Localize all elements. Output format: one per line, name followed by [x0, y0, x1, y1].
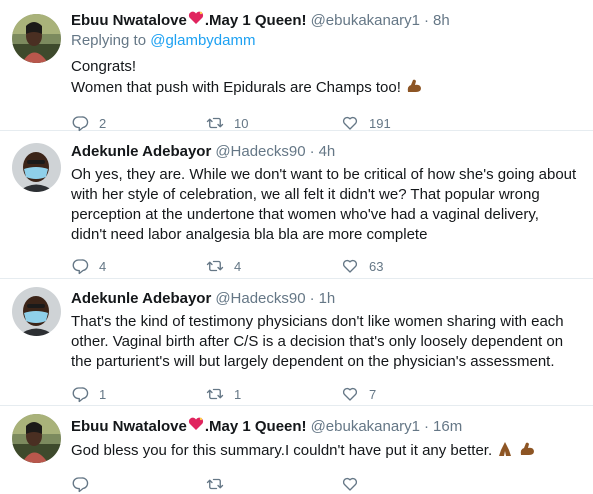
display-name[interactable]: Ebuu Nwatalove: [71, 417, 187, 437]
tweet-actions: [71, 474, 581, 494]
reply-button[interactable]: [71, 475, 206, 493]
sparkle-heart-icon: [188, 10, 204, 30]
tweet-text: Congrats! Women that push with Epidurals…: [71, 57, 581, 101]
retweet-button[interactable]: 4: [206, 257, 341, 275]
tweet-text: That's the kind of testimony physicians …: [71, 312, 581, 372]
tweet-header: Ebuu Nwatalove .May 1 Queen! @ebukakanar…: [71, 416, 581, 437]
retweet-button[interactable]: 1: [206, 385, 341, 403]
separator-dot: ·: [309, 143, 315, 160]
like-button[interactable]: 191: [341, 114, 476, 132]
retweet-button[interactable]: 10: [206, 114, 341, 132]
display-name-suffix: .May 1 Queen!: [204, 418, 307, 435]
reply-count: 2: [99, 115, 107, 131]
like-count: 191: [369, 115, 391, 131]
tweet[interactable]: Ebuu Nwatalove .May 1 Queen! @ebukakanar…: [0, 0, 593, 133]
like-icon: [342, 387, 358, 401]
tweet-text-line: Congrats!: [71, 58, 137, 75]
retweet-icon: [206, 260, 224, 272]
retweet-count: 10: [234, 115, 249, 131]
user-handle[interactable]: @Hadecks90: [215, 289, 305, 309]
tweet-text-line: the parturient's will but largely depend…: [71, 353, 555, 370]
retweet-icon: [206, 388, 224, 400]
like-count: 7: [369, 386, 377, 402]
tweet-text-line-content: God bless you for this summary.I couldn'…: [71, 442, 493, 459]
user-handle[interactable]: @ebukakanary1: [311, 417, 420, 437]
tweet-text-line: That's the kind of testimony physicians …: [71, 313, 564, 330]
avatar[interactable]: [12, 414, 61, 463]
flexed-biceps-icon: [518, 440, 536, 464]
reply-prefix: Replying to: [71, 32, 147, 49]
like-button[interactable]: [341, 475, 476, 493]
reply-icon: [72, 387, 89, 403]
reply-button[interactable]: 2: [71, 114, 206, 132]
tweet-text-line: God bless you for this summary.I couldn'…: [71, 440, 581, 464]
timestamp[interactable]: 16m: [433, 417, 462, 437]
reply-context: Replying to @glambydamm: [71, 31, 581, 51]
retweet-button[interactable]: [206, 475, 341, 493]
tweet-text-line: Women that push with Epidurals are Champ…: [71, 77, 581, 101]
timestamp[interactable]: 4h: [319, 142, 336, 162]
avatar[interactable]: [12, 287, 61, 336]
avatar[interactable]: [12, 143, 61, 192]
like-icon: [342, 477, 358, 491]
reply-icon: [72, 259, 89, 275]
tweet-header: Ebuu Nwatalove .May 1 Queen! @ebukakanar…: [71, 10, 581, 31]
tweet-text-line: perception at the undertone that women w…: [71, 206, 539, 223]
reply-button[interactable]: 4: [71, 257, 206, 275]
separator-dot: ·: [424, 12, 430, 29]
tweet-text-line: didn't need labor analgesia bla bla are …: [71, 226, 428, 243]
sparkle-heart-icon: [188, 416, 204, 436]
display-name[interactable]: Adekunle Adebayor: [71, 142, 211, 162]
like-icon: [342, 116, 358, 130]
tweet-text-line: other. Vaginal birth after C/S is a deci…: [71, 333, 564, 350]
retweet-icon: [206, 117, 224, 129]
timestamp[interactable]: 1h: [319, 289, 336, 309]
user-handle[interactable]: @Hadecks90: [215, 142, 305, 162]
flexed-biceps-icon: [405, 77, 423, 101]
reply-count: 1: [99, 386, 107, 402]
user-handle[interactable]: @ebukakanary1: [311, 11, 420, 31]
tweet-actions: 1 1 7: [71, 384, 581, 404]
tweet[interactable]: Adekunle Adebayor @Hadecks90 · 4h Oh yes…: [0, 131, 593, 279]
tweet[interactable]: Adekunle Adebayor @Hadecks90 · 1h That's…: [0, 279, 593, 406]
tweet-text-line-content: Women that push with Epidurals are Champ…: [71, 79, 401, 96]
tweet-actions: 2 10 191: [71, 113, 581, 133]
timestamp[interactable]: 8h: [433, 11, 450, 31]
like-count: 63: [369, 258, 384, 274]
like-button[interactable]: 7: [341, 385, 476, 403]
tweet-text-line: with her style of celebration, we all fe…: [71, 186, 540, 203]
tweet-text: God bless you for this summary.I couldn'…: [71, 440, 581, 464]
tweet[interactable]: Ebuu Nwatalove .May 1 Queen! @ebukakanar…: [0, 406, 593, 493]
tweet-text: Oh yes, they are. While we don't want to…: [71, 165, 581, 245]
separator-dot: ·: [309, 290, 315, 307]
tweet-text-line: Oh yes, they are. While we don't want to…: [71, 166, 577, 183]
reply-icon: [72, 477, 89, 493]
tweet-header: Adekunle Adebayor @Hadecks90 · 1h: [71, 289, 581, 309]
separator-dot: ·: [424, 418, 430, 435]
reply-count: 4: [99, 258, 107, 274]
retweet-count: 4: [234, 258, 242, 274]
like-icon: [342, 259, 358, 273]
display-name[interactable]: Adekunle Adebayor: [71, 289, 211, 309]
reply-icon: [72, 116, 89, 132]
folded-hands-icon: [496, 440, 514, 464]
reply-button[interactable]: 1: [71, 385, 206, 403]
retweet-icon: [206, 478, 224, 490]
display-name-suffix: .May 1 Queen!: [204, 12, 307, 29]
tweet-header: Adekunle Adebayor @Hadecks90 · 4h: [71, 142, 581, 162]
like-button[interactable]: 63: [341, 257, 476, 275]
display-name[interactable]: Ebuu Nwatalove: [71, 11, 187, 31]
reply-mention-link[interactable]: @glambydamm: [150, 32, 255, 49]
retweet-count: 1: [234, 386, 242, 402]
avatar[interactable]: [12, 14, 61, 63]
tweet-actions: 4 4 63: [71, 256, 581, 276]
